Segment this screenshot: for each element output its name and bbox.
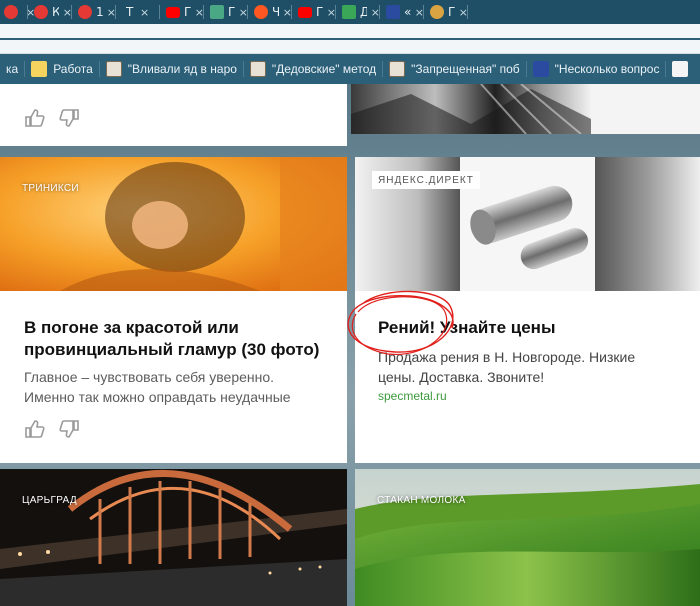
flag-icon xyxy=(386,5,400,19)
tab-title: Д xyxy=(360,5,367,19)
site-icon xyxy=(105,61,122,77)
browser-tab[interactable]: К × xyxy=(28,0,72,24)
annotation-circle xyxy=(347,290,454,355)
card-description: Главное – чувствовать себя уверенно. Име… xyxy=(24,369,291,405)
bookmark-label: Работа xyxy=(53,62,93,76)
browser-tab[interactable]: Д × xyxy=(336,0,380,24)
youtube-icon xyxy=(166,6,180,18)
tab-title: Ч xyxy=(272,5,279,19)
address-bar-area xyxy=(0,24,700,54)
bookmark-label: "Вливали яд в наро xyxy=(127,62,237,76)
fire-icon xyxy=(254,5,268,19)
bookmark-item[interactable]: "Запрещенная" поб xyxy=(383,61,526,77)
toolbar-divider xyxy=(0,38,700,40)
folder-icon xyxy=(31,61,48,77)
green-hills-image xyxy=(355,469,700,606)
browser-tab[interactable]: Г × xyxy=(292,0,336,24)
tab-title: Г xyxy=(316,5,323,19)
feed-card-partial-left[interactable] xyxy=(0,84,347,146)
feed-card-article[interactable]: ТРИНИКСИ В погоне за красотой или провин… xyxy=(0,157,347,463)
bookmark-label: "Дедовские" метод xyxy=(271,62,377,76)
feed-card-partial-right[interactable] xyxy=(351,84,700,134)
tab-title: « xyxy=(404,5,411,19)
bookmarks-bar: ка Работа "Вливали яд в наро "Дедовские" ме… xyxy=(0,54,700,84)
zen-icon xyxy=(4,5,18,19)
page-icon xyxy=(672,61,689,77)
feed-card-article[interactable]: ЦАРЬГРАД xyxy=(0,469,347,606)
browser-tab[interactable]: Г × xyxy=(424,0,468,24)
bookmark-item[interactable]: "Несколько вопрос xyxy=(527,61,666,77)
tab-separator xyxy=(467,5,468,19)
article-photo-image xyxy=(0,157,347,291)
tab-title: Г xyxy=(184,5,191,19)
tab-title: Г xyxy=(448,5,455,19)
close-icon[interactable]: × xyxy=(140,6,149,19)
person-icon xyxy=(430,5,444,19)
bookmark-item[interactable] xyxy=(666,61,700,77)
tab-title: К xyxy=(52,5,59,19)
browser-tab[interactable]: «× xyxy=(380,0,424,24)
tab-title: Т xyxy=(126,5,134,19)
tab-strip: Л×К×1×Т×Г×Г×Ч×Г×Д×«×Г× xyxy=(0,0,700,24)
reaction-buttons xyxy=(24,419,80,439)
feed-card-article[interactable]: СТАКАН МОЛОКА xyxy=(355,469,700,606)
site-icon xyxy=(389,61,406,77)
browser-tab[interactable]: Л× xyxy=(0,0,35,24)
news-feed: ТРИНИКСИ В погоне за красотой или провин… xyxy=(0,84,700,606)
flag-icon xyxy=(532,61,549,77)
card-source: ТРИНИКСИ xyxy=(22,183,79,194)
bookmark-item[interactable]: "Вливали яд в наро xyxy=(100,61,243,77)
browser-tab[interactable]: Т × xyxy=(116,0,160,24)
bookmark-label: "Запрещенная" поб xyxy=(411,62,520,76)
reaction-buttons xyxy=(24,108,80,128)
bookmark-item[interactable]: ка xyxy=(0,62,24,76)
card-source: СТАКАН МОЛОКА xyxy=(377,495,466,506)
ad-domain-link[interactable]: specmetal.ru xyxy=(378,389,447,403)
page-icon xyxy=(210,5,224,19)
bookmark-item[interactable]: Работа xyxy=(25,61,99,77)
bw-photo-image xyxy=(351,84,700,134)
youtube-icon xyxy=(298,6,312,18)
zen-icon xyxy=(34,5,48,19)
zen-icon xyxy=(78,5,92,19)
site-icon xyxy=(249,61,266,77)
browser-tab[interactable]: Ч × xyxy=(248,0,292,24)
bridge-night-image xyxy=(0,469,347,606)
dislike-icon[interactable] xyxy=(58,419,80,439)
bookmark-item[interactable]: "Дедовские" метод xyxy=(244,61,382,77)
tab-title: 1 xyxy=(96,5,103,19)
like-icon[interactable] xyxy=(24,108,46,128)
browser-tab[interactable]: Г × xyxy=(204,0,248,24)
card-source: ЦАРЬГРАД xyxy=(22,495,77,506)
tab-title: Г xyxy=(228,5,235,19)
dislike-icon[interactable] xyxy=(58,108,80,128)
card-title[interactable]: В погоне за красотой или провинциальный … xyxy=(24,317,324,361)
dh-icon xyxy=(342,5,356,19)
like-icon[interactable] xyxy=(24,419,46,439)
browser-tab[interactable]: 1 × xyxy=(72,0,116,24)
browser-tab[interactable]: Г × xyxy=(160,0,204,24)
bookmark-label: ка xyxy=(6,62,19,76)
ad-label: ЯНДЕКС.ДИРЕКТ xyxy=(372,171,480,189)
bookmark-label: "Несколько вопрос xyxy=(554,62,660,76)
